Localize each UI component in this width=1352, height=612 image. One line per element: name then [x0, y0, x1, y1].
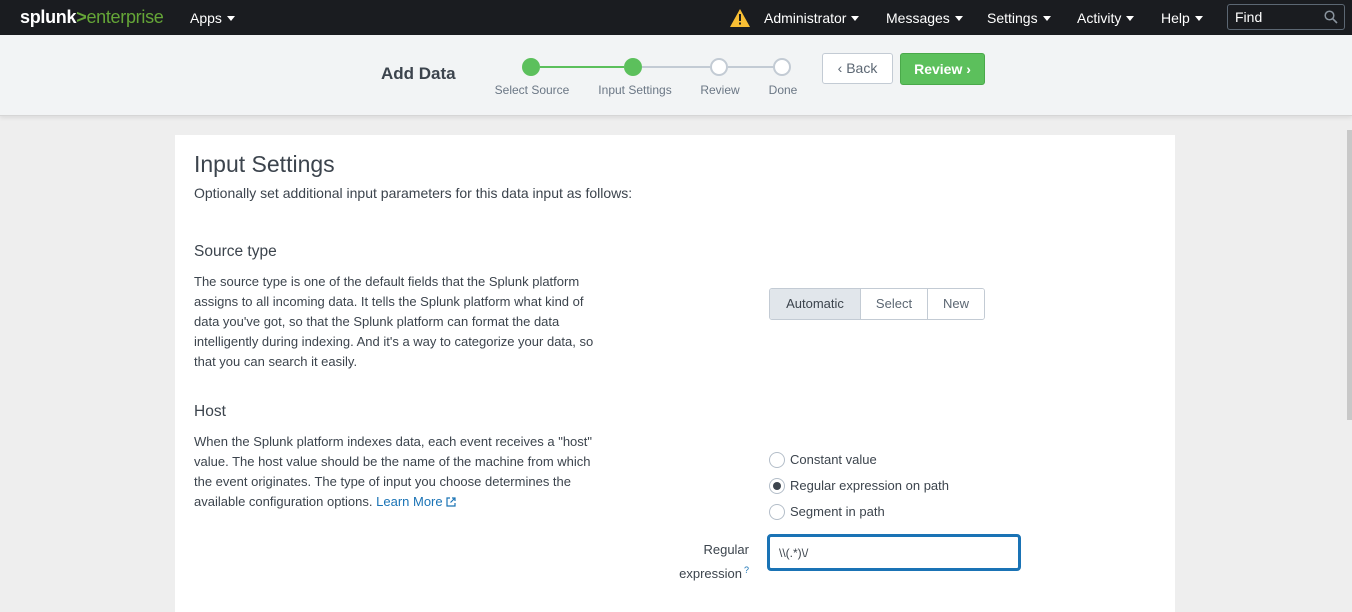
- chevron-right-icon: ›: [966, 61, 971, 77]
- chevron-left-icon: ‹: [837, 60, 843, 76]
- chevron-down-icon: [954, 16, 963, 21]
- help-menu[interactable]: Help: [1161, 10, 1203, 26]
- review-button[interactable]: Review ›: [900, 53, 985, 85]
- step-label-input-settings: Input Settings: [598, 83, 672, 97]
- apps-menu[interactable]: Apps: [190, 10, 235, 26]
- step-connector: [540, 66, 624, 68]
- chevron-down-icon: [1194, 16, 1203, 21]
- source-type-select-button[interactable]: Select: [860, 289, 927, 319]
- chevron-down-icon: [1042, 16, 1051, 21]
- activity-menu[interactable]: Activity: [1077, 10, 1135, 26]
- step-review-dot: [710, 58, 728, 76]
- source-type-description: The source type is one of the default fi…: [194, 274, 594, 369]
- radio-button-selected[interactable]: [769, 478, 785, 494]
- external-link-icon: [446, 497, 456, 507]
- administrator-menu[interactable]: Administrator: [764, 10, 860, 26]
- step-connector: [728, 66, 774, 68]
- step-connector: [642, 66, 710, 68]
- radio-button[interactable]: [769, 452, 785, 468]
- warning-icon[interactable]: [730, 9, 750, 27]
- source-type-new-button[interactable]: New: [927, 289, 984, 319]
- chevron-down-icon: [226, 16, 235, 21]
- splunk-logo[interactable]: splunk>enterprise: [20, 7, 164, 28]
- step-label-select-source: Select Source: [494, 83, 570, 97]
- source-type-heading: Source type: [194, 243, 277, 260]
- step-label-done: Done: [768, 83, 798, 97]
- learn-more-link[interactable]: Learn More: [376, 494, 456, 509]
- back-button[interactable]: ‹ Back: [822, 53, 893, 84]
- chevron-down-icon: [1126, 16, 1135, 21]
- step-done-dot: [773, 58, 791, 76]
- regular-expression-input[interactable]: [767, 534, 1021, 571]
- step-label-review: Review: [700, 83, 740, 97]
- regular-expression-label: Regular expression?: [679, 542, 749, 581]
- add-data-wizard-bar: Add Data Select Source Input Settings Re…: [0, 35, 1352, 116]
- page-scrollbar[interactable]: [1347, 130, 1352, 420]
- source-type-automatic-button[interactable]: Automatic: [770, 289, 860, 319]
- step-select-source-dot: [522, 58, 540, 76]
- host-heading: Host: [194, 403, 226, 420]
- step-input-settings-dot: [624, 58, 642, 76]
- input-settings-panel: Input Settings Optionally set additional…: [175, 135, 1175, 612]
- source-type-toggle: Automatic Select New: [769, 288, 985, 320]
- help-icon[interactable]: ?: [744, 565, 749, 575]
- find-input[interactable]: [1228, 5, 1327, 29]
- top-navigation-bar: splunk>enterprise Apps Administrator Mes…: [0, 0, 1352, 36]
- settings-menu[interactable]: Settings: [987, 10, 1051, 26]
- section-subtitle: Optionally set additional input paramete…: [194, 185, 633, 201]
- section-title: Input Settings: [194, 151, 335, 177]
- find-search-box: [1227, 4, 1345, 30]
- chevron-down-icon: [851, 16, 860, 21]
- host-description: When the Splunk platform indexes data, e…: [194, 434, 593, 509]
- radio-button[interactable]: [769, 504, 785, 520]
- messages-menu[interactable]: Messages: [886, 10, 963, 26]
- search-icon[interactable]: [1324, 10, 1338, 24]
- page-title: Add Data: [381, 64, 456, 83]
